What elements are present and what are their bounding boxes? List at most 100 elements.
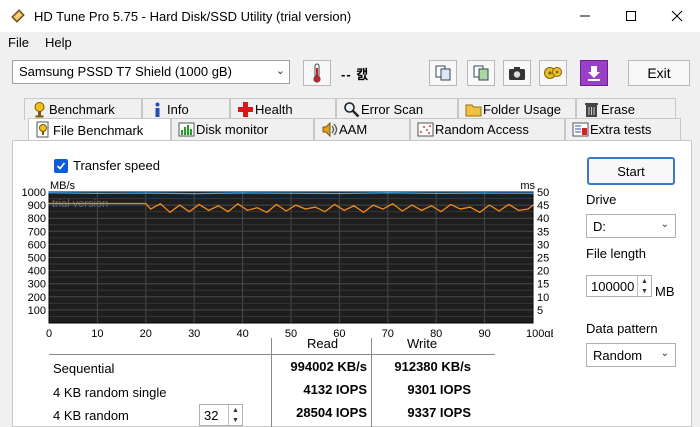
- y-right-unit-label: ms: [520, 180, 535, 192]
- y-right-tick-label: 30: [537, 239, 549, 251]
- transfer-speed-checkbox[interactable]: [54, 159, 68, 173]
- data-point-write: [169, 211, 171, 213]
- tab-label: File Benchmark: [53, 123, 144, 138]
- options-button[interactable]: [539, 60, 567, 86]
- chevron-down-icon: ⌄: [660, 219, 669, 230]
- drive-combo-value: D:: [593, 219, 606, 234]
- error-scan-icon: [344, 102, 360, 118]
- data-point-write: [266, 211, 268, 213]
- camera-icon: [509, 67, 525, 80]
- data-point-write: [208, 209, 210, 211]
- data-point-write: [450, 203, 452, 206]
- data-point-write: [440, 211, 442, 213]
- data-point-write: [527, 208, 529, 210]
- data-point-read: [145, 192, 147, 194]
- tab-info[interactable]: Info: [142, 98, 230, 120]
- y-right-tick-label: 35: [537, 226, 549, 238]
- data-point-read: [532, 192, 534, 194]
- tab-label: Erase: [601, 102, 635, 117]
- data-point-write: [469, 206, 471, 208]
- y-left-tick-label: 200: [28, 292, 46, 304]
- tab-aam[interactable]: AAM: [314, 118, 410, 140]
- menu-help[interactable]: Help: [37, 35, 80, 50]
- options-icon: [544, 67, 562, 79]
- data-point-write: [401, 210, 403, 212]
- data-point-write: [314, 206, 316, 208]
- maximize-button[interactable]: [608, 0, 654, 32]
- data-point-write: [96, 202, 98, 205]
- tab-file-benchmark[interactable]: File Benchmark: [28, 118, 171, 142]
- menu-file[interactable]: File: [0, 35, 37, 50]
- row-label-4kb-random-single: 4 KB random single: [53, 385, 167, 400]
- tab-label: Folder Usage: [483, 102, 562, 117]
- save-button[interactable]: [580, 60, 608, 86]
- sequential-read-value: 994002 KB/s: [290, 359, 367, 374]
- x-tick-label: 50: [285, 328, 297, 337]
- stepper-up-icon[interactable]: ▲: [229, 405, 242, 415]
- copy-image-icon: [473, 65, 489, 81]
- data-point-write: [363, 211, 365, 213]
- data-point-write: [227, 211, 229, 213]
- data-point-write: [532, 204, 534, 206]
- tab-label: Health: [255, 102, 293, 117]
- close-button[interactable]: [654, 0, 700, 32]
- data-point-write: [217, 205, 219, 207]
- maximize-icon: [626, 11, 636, 21]
- stepper-up-icon[interactable]: ▲: [638, 276, 651, 286]
- y-left-unit-label: MB/s: [50, 180, 76, 192]
- hdtune-app-icon: [11, 9, 25, 23]
- download-arrow-icon: [588, 66, 600, 81]
- tab-benchmark[interactable]: Benchmark: [24, 98, 142, 120]
- tab-label: Random Access: [435, 122, 529, 137]
- drive-select-value: Samsung PSSD T7 Shield (1000 gB): [19, 64, 232, 79]
- tab-random-access[interactable]: Random Access: [410, 118, 565, 140]
- erase-icon: [585, 103, 598, 117]
- file-length-stepper[interactable]: 100000 ▲ ▼: [586, 275, 652, 297]
- drive-select[interactable]: Samsung PSSD T7 Shield (1000 gB) ⌄: [12, 60, 290, 84]
- data-point-write: [246, 209, 249, 211]
- data-pattern-value: Random: [593, 348, 643, 363]
- data-point-write: [256, 207, 258, 209]
- drive-combo[interactable]: D: ⌄: [586, 214, 676, 238]
- tab-disk-monitor[interactable]: Disk monitor: [171, 118, 314, 140]
- x-tick-label: 100gB: [526, 328, 553, 337]
- minimize-button[interactable]: [562, 0, 608, 32]
- x-tick-label: 70: [382, 328, 394, 337]
- data-point-read: [387, 192, 389, 194]
- y-left-tick-label: 400: [28, 266, 46, 278]
- temperature-button[interactable]: [303, 60, 331, 86]
- data-point-write: [430, 205, 432, 207]
- tab-label: Benchmark: [49, 102, 115, 117]
- data-point-read: [290, 192, 292, 194]
- tab-error-scan[interactable]: Error Scan: [336, 98, 458, 120]
- data-point-write: [237, 203, 239, 205]
- tab-health[interactable]: Health: [230, 98, 336, 120]
- start-button[interactable]: Start: [587, 157, 675, 185]
- data-point-read: [48, 192, 50, 194]
- tab-extra-tests[interactable]: Extra tests: [565, 118, 681, 140]
- y-left-tick-label: 900: [28, 200, 46, 212]
- file-length-value: 100000: [591, 279, 635, 294]
- x-tick-label: 10: [91, 328, 103, 337]
- copy-text-button[interactable]: [429, 60, 457, 86]
- exit-button[interactable]: Exit: [628, 60, 690, 86]
- stepper-down-icon[interactable]: ▼: [638, 286, 651, 296]
- data-pattern-combo[interactable]: Random ⌄: [586, 343, 676, 367]
- checkmark-icon: [56, 162, 66, 170]
- data-point-write: [145, 202, 147, 205]
- 4kb-random-single-write-value: 9301 IOPS: [407, 382, 471, 397]
- y-left-tick-label: 600: [28, 239, 46, 251]
- screenshot-button[interactable]: [503, 60, 531, 86]
- y-right-tick-label: 15: [537, 279, 549, 291]
- y-right-tick-label: 40: [537, 213, 549, 225]
- data-point-write: [304, 208, 307, 210]
- tab-erase[interactable]: Erase: [576, 98, 676, 120]
- data-point-write: [421, 209, 423, 211]
- queue-depth-stepper[interactable]: 32 ▲ ▼: [199, 404, 243, 426]
- tab-folder-usage[interactable]: Folder Usage: [458, 98, 576, 120]
- read-column-header: Read: [307, 336, 339, 351]
- stepper-down-icon[interactable]: ▼: [229, 415, 242, 425]
- data-point-write: [198, 203, 200, 206]
- copy-image-button[interactable]: [467, 60, 495, 86]
- 4kb-random-single-read-value: 4132 IOPS: [303, 382, 367, 397]
